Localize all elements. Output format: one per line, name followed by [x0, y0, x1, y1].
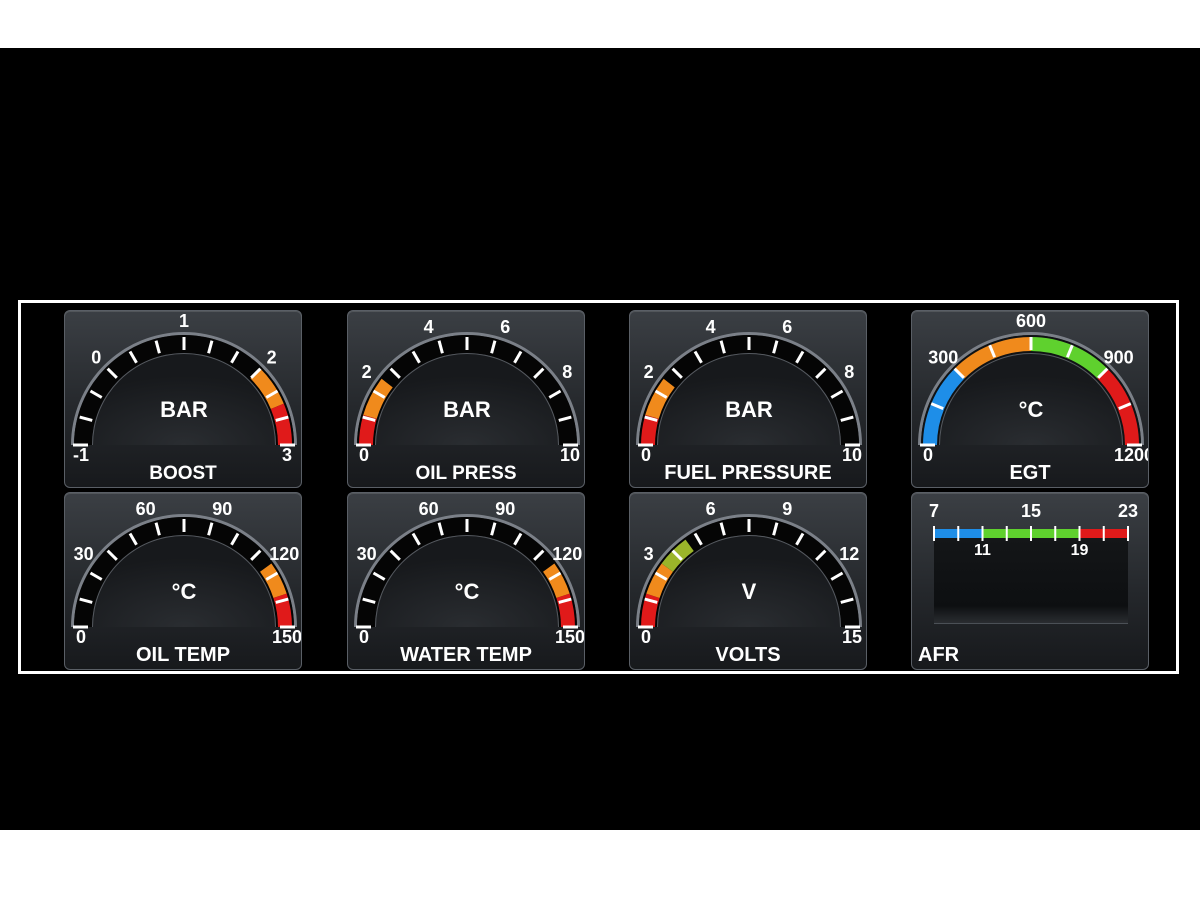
dial-scale-label: 1 — [179, 311, 189, 331]
gauge-fuel-pressure: 0 2 4 6 8 10 BAR FUEL PRESSURE — [629, 310, 867, 488]
dial-scale-label: 4 — [424, 317, 434, 337]
dial-unit-label: °C — [455, 579, 480, 604]
afr-scale-label: 23 — [1118, 501, 1138, 521]
dial-unit-label: BAR — [160, 397, 208, 422]
dial-scale-label: 300 — [928, 347, 958, 367]
gauge-water-temp: 0 30 60 90 120 150 °C WATER TEMP — [347, 492, 585, 670]
gauge-cluster: -1 0 1 2 3 BAR BOOST 0 2 4 6 8 10 BAR OIL PRESS 024… — [18, 300, 1179, 674]
gauge-volts: 0 3 6 9 12 15 V VOLTS — [629, 492, 867, 670]
afr-scale-label: 19 — [1071, 542, 1089, 559]
dial-scale-label: 60 — [136, 499, 156, 519]
dial-scale-label: 120 — [552, 544, 582, 564]
gauge-oil-temp: 0 30 60 90 120 150 °C OIL TEMP — [64, 492, 302, 670]
dial-unit-label: °C — [172, 579, 197, 604]
dial-scale-label: 6 — [782, 317, 792, 337]
gauge-title: EGT — [1009, 462, 1051, 484]
dial-scale-label: 2 — [362, 362, 372, 382]
dial-scale-label: 900 — [1104, 347, 1134, 367]
dial-unit-label: V — [742, 579, 757, 604]
gauge-afr: 7 15 23 11 19 AFR — [911, 492, 1149, 670]
gauge-oil-press-dial: 0 2 4 6 8 10 BAR — [354, 317, 580, 465]
dial-scale-label: 3 — [282, 445, 292, 465]
dial-scale-label: 90 — [495, 499, 515, 519]
dial-scale-label: 10 — [560, 445, 580, 465]
dial-scale-label: 600 — [1016, 311, 1046, 331]
dial-scale-label: 12 — [839, 544, 859, 564]
display-background: -1 0 1 2 3 BAR BOOST 0 2 4 6 8 10 BAR OIL PRESS 024… — [0, 48, 1200, 830]
gauge-boost: -1 0 1 2 3 BAR BOOST — [64, 310, 302, 488]
gauge-title: WATER TEMP — [400, 644, 532, 666]
dial-scale-label: -1 — [73, 445, 89, 465]
dial-unit-label: BAR — [725, 397, 773, 422]
gauge-title: VOLTS — [715, 644, 781, 666]
gauge-oil-press: 0 2 4 6 8 10 BAR OIL PRESS — [347, 310, 585, 488]
gauge-egt: 03006009001200°C EGT — [911, 310, 1149, 488]
dial-scale-label: 120 — [269, 544, 299, 564]
dial-scale-label: 30 — [74, 544, 94, 564]
dial-scale-label: 3 — [644, 544, 654, 564]
dial-scale-label: 2 — [644, 362, 654, 382]
dial-unit-label: °C — [1019, 397, 1044, 422]
dial-scale-label: 60 — [419, 499, 439, 519]
dial-scale-label: 6 — [706, 499, 716, 519]
gauge-title: BOOST — [149, 463, 217, 484]
afr-scale-label: 7 — [929, 501, 939, 521]
gauge-title: OIL PRESS — [415, 463, 517, 484]
gauge-title: FUEL PRESSURE — [664, 462, 832, 484]
afr-scale-label: 11 — [974, 542, 991, 559]
dial-scale-label: 8 — [844, 362, 854, 382]
dial-scale-label: 9 — [782, 499, 792, 519]
dial-scale-label: 90 — [212, 499, 232, 519]
afr-scale-label: 15 — [1021, 501, 1041, 521]
dial-scale-label: 2 — [267, 347, 277, 367]
dial-scale-label: 4 — [706, 317, 716, 337]
dial-scale-label: 30 — [357, 544, 377, 564]
dial-scale-label: 8 — [562, 362, 572, 382]
gauge-boost-dial: -1 0 1 2 3 BAR — [71, 311, 297, 465]
dial-scale-label: 6 — [500, 317, 510, 337]
dial-scale-label: 0 — [359, 445, 369, 465]
gauge-title: OIL TEMP — [135, 644, 231, 666]
dial-unit-label: BAR — [443, 397, 491, 422]
gauge-title: AFR — [918, 644, 960, 666]
dial-scale-label: 0 — [91, 347, 101, 367]
